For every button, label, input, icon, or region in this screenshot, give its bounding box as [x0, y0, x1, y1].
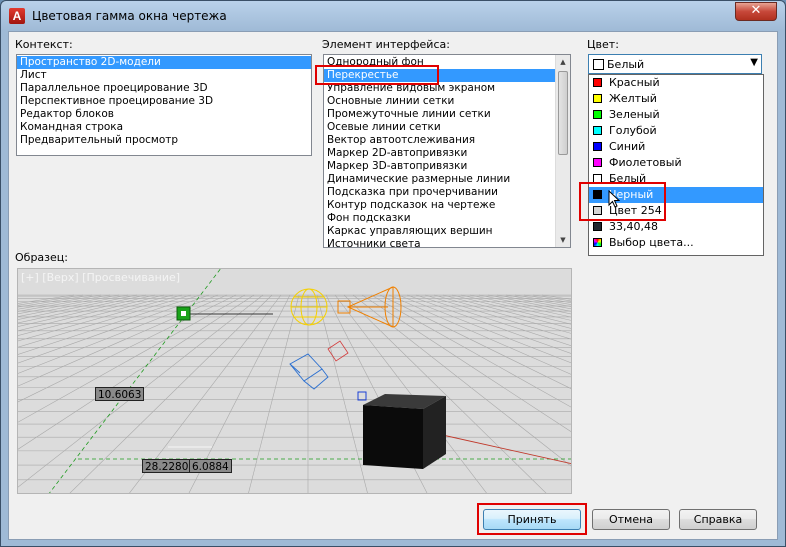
context-list-item[interactable]: Пространство 2D-модели	[17, 56, 311, 69]
interface-element-list-item[interactable]: Контур подсказок на чертеже	[324, 199, 555, 212]
grip-square-center	[181, 311, 186, 316]
dimension-value-c: 6.0884	[189, 459, 232, 473]
context-list-item[interactable]: Параллельное проецирование 3D	[17, 82, 311, 95]
interface-element-list-item[interactable]: Подсказка при прочерчивании	[324, 186, 555, 199]
scroll-up-icon[interactable]: ▲	[556, 55, 570, 69]
color-option[interactable]: Желтый	[589, 91, 763, 107]
point-light-glyph	[290, 288, 328, 326]
title-bar[interactable]: A Цветовая гамма окна чертежа ✕	[1, 1, 785, 31]
color-option[interactable]: Голубой	[589, 123, 763, 139]
interface-element-list-item[interactable]: Источники света	[324, 238, 555, 247]
mouse-pointer-icon	[608, 190, 620, 208]
black-cube	[363, 394, 446, 469]
interface-element-list-item[interactable]: Осевые линии сетки	[324, 121, 555, 134]
dimension-value-a: 10.6063	[95, 387, 145, 401]
snap-marker-icon	[357, 391, 367, 401]
interface-element-list-item[interactable]: Маркер 3D-автопривязки	[324, 160, 555, 173]
color-label: Цвет:	[587, 38, 619, 51]
cancel-button[interactable]: Отмена	[592, 509, 670, 530]
color-option[interactable]: Фиолетовый	[589, 155, 763, 171]
viewport-caption[interactable]: [+] [Верх] [Просвечивание]	[21, 271, 180, 284]
current-color-value: Белый	[607, 58, 645, 71]
interface-element-label: Элемент интерфейса:	[322, 38, 450, 51]
preview-label: Образец:	[15, 251, 68, 264]
dialog-window: A Цветовая гамма окна чертежа ✕ Контекст…	[0, 0, 786, 547]
color-option[interactable]: Зеленый	[589, 107, 763, 123]
context-label: Контекст:	[15, 38, 73, 51]
color-dropdown-list[interactable]: Красный Желтый Зеленый Голубой Синий Фиолетов…	[588, 74, 764, 256]
color-option[interactable]: Выбор цвета...	[589, 235, 763, 251]
highlight-accept-button	[477, 503, 587, 535]
color-option-label: Фиолетовый	[609, 156, 682, 169]
help-button[interactable]: Справка	[679, 509, 757, 530]
color-option[interactable]: Красный	[589, 75, 763, 91]
color-option-label: Желтый	[609, 92, 657, 105]
color-swatch-icon	[593, 142, 602, 151]
preview-scene	[18, 269, 571, 493]
color-swatch-icon	[593, 238, 602, 247]
color-option[interactable]: Синий	[589, 139, 763, 155]
context-list-item[interactable]: Предварительный просмотр	[17, 134, 311, 147]
interface-element-list-item[interactable]: Фон подсказки	[324, 212, 555, 225]
spotlight-glyph	[337, 286, 402, 328]
highlight-black-color	[579, 182, 666, 221]
context-list-item[interactable]: Редактор блоков	[17, 108, 311, 121]
color-option-label: Красный	[609, 76, 660, 89]
current-color-swatch	[593, 59, 604, 70]
color-swatch-icon	[593, 158, 602, 167]
autocad-app-icon[interactable]: A	[9, 8, 25, 24]
interface-element-scrollbar[interactable]: ▲ ▼	[555, 55, 570, 247]
color-swatch-icon	[593, 78, 602, 87]
context-listbox[interactable]: Пространство 2D-модели Лист Параллельное п…	[16, 54, 312, 156]
color-combobox[interactable]: Белый ▼	[588, 54, 762, 74]
window-title: Цветовая гамма окна чертежа	[32, 9, 227, 23]
chevron-down-icon[interactable]: ▼	[750, 57, 758, 68]
camera-glyph	[289, 353, 329, 390]
color-option-label: Зеленый	[609, 108, 660, 121]
preview-viewport: [+] [Верх] [Просвечивание] 10.6063 28.22…	[17, 268, 572, 494]
context-list-item[interactable]: Перспективное проецирование 3D	[17, 95, 311, 108]
x-axis-line	[437, 433, 571, 465]
interface-element-list-item[interactable]: Маркер 2D-автопривязки	[324, 147, 555, 160]
context-list-item[interactable]: Командная строка	[17, 121, 311, 134]
color-option-label: Голубой	[609, 124, 657, 137]
color-swatch-icon	[593, 94, 602, 103]
color-swatch-icon	[593, 110, 602, 119]
color-swatch-icon	[593, 126, 602, 135]
dialog-body: Контекст: Пространство 2D-модели Лист Пара…	[8, 31, 778, 540]
interface-element-list-item[interactable]: Основные линии сетки	[324, 95, 555, 108]
highlight-crosshair-item	[315, 65, 439, 85]
color-option-label: 33,40,48	[609, 220, 658, 233]
interface-element-list-item[interactable]: Каркас управляющих вершин	[324, 225, 555, 238]
color-swatch-icon	[593, 222, 602, 231]
context-list-item[interactable]: Лист	[17, 69, 311, 82]
color-option-label: Выбор цвета...	[609, 236, 694, 249]
close-button[interactable]: ✕	[735, 2, 777, 21]
interface-element-list-item[interactable]: Динамические размерные линии	[324, 173, 555, 186]
scroll-down-icon[interactable]: ▼	[556, 233, 570, 247]
color-option-label: Синий	[609, 140, 646, 153]
interface-element-list-item[interactable]: Промежуточные линии сетки	[324, 108, 555, 121]
interface-element-list-item[interactable]: Вектор автоотслеживания	[324, 134, 555, 147]
scroll-thumb[interactable]	[558, 71, 568, 155]
color-option[interactable]: 33,40,48	[589, 219, 763, 235]
dimension-value-b: 28.2280	[142, 459, 192, 473]
